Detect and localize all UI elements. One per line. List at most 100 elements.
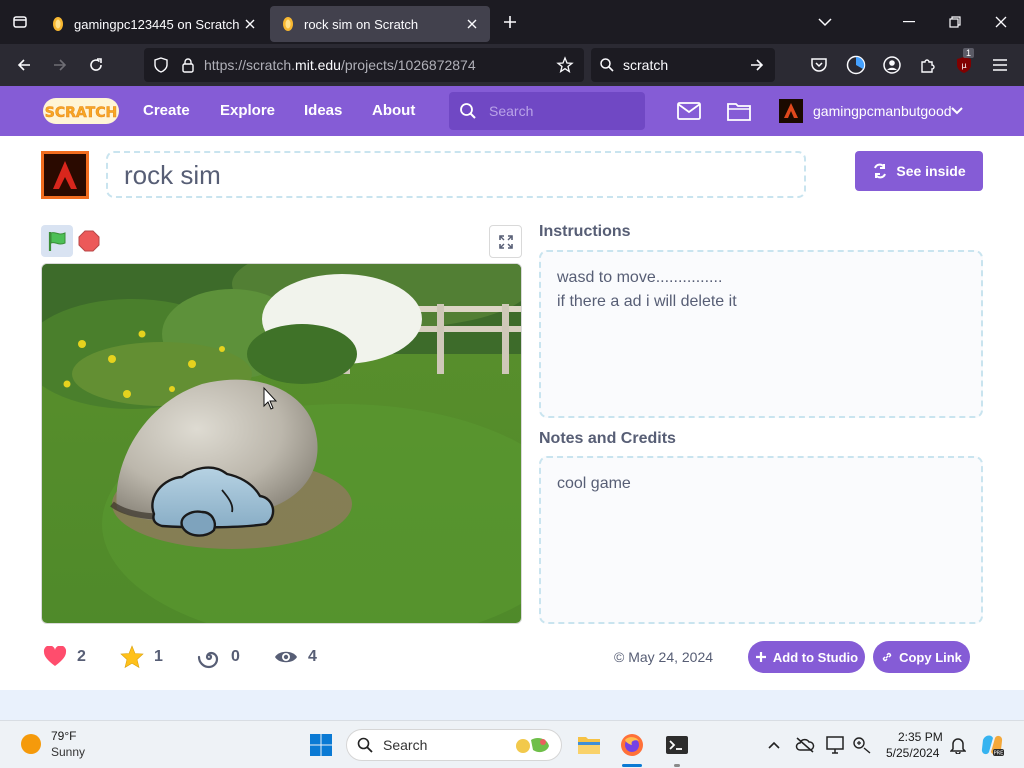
taskbar-search[interactable]: Search (346, 729, 562, 761)
my-stuff-button[interactable] (726, 98, 752, 124)
shield-icon[interactable] (152, 56, 170, 74)
project-stage[interactable] (41, 263, 522, 624)
restore-button[interactable] (932, 0, 978, 44)
love-stat[interactable]: 2 (43, 645, 86, 669)
bell-icon (950, 738, 966, 754)
scratch-search-input[interactable]: Search (449, 92, 645, 130)
browser-navigation-bar: https://scratch.mit.edu/projects/1026872… (0, 44, 1024, 86)
close-tab-icon[interactable] (464, 16, 480, 32)
app-menu-button[interactable] (987, 52, 1013, 78)
account-button[interactable] (879, 52, 905, 78)
url-bar[interactable]: https://scratch.mit.edu/projects/1026872… (144, 48, 584, 82)
view-stat: 4 (274, 645, 317, 669)
start-button[interactable] (307, 731, 335, 759)
new-tab-button[interactable] (490, 0, 530, 44)
favorite-count: 1 (154, 648, 163, 665)
link-icon (882, 652, 892, 662)
show-hidden-icons-button[interactable] (760, 731, 788, 759)
browser-tab[interactable]: gamingpc123445 on Scratch (40, 6, 268, 42)
tab-title: gamingpc123445 on Scratch (74, 16, 240, 32)
search-bar[interactable]: scratch (591, 48, 775, 82)
clock-time[interactable]: 2:35 PM (898, 730, 943, 744)
ublock-button[interactable]: μ 1 (951, 48, 977, 78)
nav-link-explore[interactable]: Explore (220, 86, 275, 136)
pocket-button[interactable] (806, 52, 832, 78)
instructions-box: wasd to move............... if there a a… (539, 250, 983, 418)
monitor-icon (826, 736, 844, 754)
notifications-button[interactable] (944, 731, 972, 759)
scratch-favicon-icon (53, 17, 63, 31)
close-tab-icon[interactable] (242, 16, 258, 32)
project-title[interactable]: rock sim (106, 151, 806, 198)
display-button[interactable] (822, 731, 850, 759)
project-page: rock sim See inside Instructions wasd to… (0, 136, 1024, 690)
green-flag-icon (48, 232, 66, 251)
username-label[interactable]: gamingpcmanbutgood (813, 86, 952, 136)
scratch-logo[interactable]: SCRATCH (42, 96, 120, 126)
network-button[interactable] (848, 731, 876, 759)
tab-list-icon (13, 16, 27, 28)
nav-link-about[interactable]: About (372, 86, 415, 136)
close-window-button[interactable] (978, 0, 1024, 44)
file-explorer-button[interactable] (575, 731, 603, 759)
clock-date[interactable]: 5/25/2024 (886, 746, 939, 760)
weather-condition: Sunny (51, 745, 86, 759)
reload-icon (90, 58, 102, 71)
forward-button[interactable] (42, 47, 78, 83)
svg-text:SCRATCH: SCRATCH (45, 105, 117, 121)
add-to-studio-button[interactable]: Add to Studio (748, 641, 865, 673)
sun-icon (21, 734, 41, 754)
love-count: 2 (77, 648, 86, 665)
list-all-tabs-button[interactable] (0, 0, 40, 44)
terminal-icon (666, 736, 688, 754)
project-author-thumbnail[interactable] (41, 151, 89, 199)
stop-button[interactable] (78, 230, 100, 252)
notes-credits-box: cool game (539, 456, 983, 624)
weather-widget[interactable] (20, 733, 42, 760)
bookmark-star-icon[interactable] (556, 56, 574, 74)
messages-button[interactable] (676, 98, 702, 124)
remix-count: 0 (231, 648, 240, 665)
running-app-indicator (674, 764, 680, 767)
copilot-button[interactable]: PRE (978, 731, 1006, 759)
envelope-icon (677, 102, 701, 120)
fullscreen-button[interactable] (489, 225, 522, 258)
see-inside-button[interactable]: See inside (855, 151, 983, 191)
favorite-stat[interactable]: 1 (120, 645, 163, 669)
plus-icon (504, 16, 516, 28)
page-footer (0, 690, 1024, 720)
back-button[interactable] (6, 47, 42, 83)
extension-button[interactable] (843, 52, 869, 78)
heart-icon (43, 646, 67, 666)
tab-overflow-button[interactable] (802, 0, 848, 44)
remix-stat: 0 (197, 645, 240, 669)
chevron-down-icon[interactable] (951, 106, 963, 116)
terminal-taskbar-button[interactable] (663, 731, 691, 759)
lock-icon[interactable] (180, 57, 196, 73)
firefox-icon (621, 734, 643, 756)
remix-arrows-icon (874, 163, 887, 179)
minimize-icon (903, 21, 915, 23)
browser-tab-active[interactable]: rock sim on Scratch (270, 6, 490, 42)
copilot-icon: PRE (981, 735, 1004, 757)
green-flag-button[interactable] (41, 225, 73, 257)
minimize-button[interactable] (886, 0, 932, 44)
chevron-down-icon (818, 18, 832, 27)
reload-button[interactable] (78, 47, 114, 83)
nav-link-ideas[interactable]: Ideas (304, 86, 342, 136)
active-app-indicator (622, 764, 642, 767)
plus-icon (755, 652, 766, 662)
puzzle-piece-icon (921, 59, 935, 73)
account-icon (883, 56, 901, 74)
timer-extension-icon (846, 55, 866, 75)
extensions-button[interactable] (915, 52, 941, 78)
go-arrow-icon[interactable] (749, 57, 765, 73)
user-avatar[interactable] (779, 99, 803, 123)
svg-text:PRE: PRE (994, 751, 1004, 757)
nav-link-create[interactable]: Create (143, 86, 190, 136)
copy-link-button[interactable]: Copy Link (873, 641, 970, 673)
project-date: © May 24, 2024 (614, 649, 714, 665)
onedrive-button[interactable] (791, 731, 819, 759)
extension-badge: 1 (963, 48, 975, 58)
firefox-taskbar-button[interactable] (618, 731, 646, 759)
